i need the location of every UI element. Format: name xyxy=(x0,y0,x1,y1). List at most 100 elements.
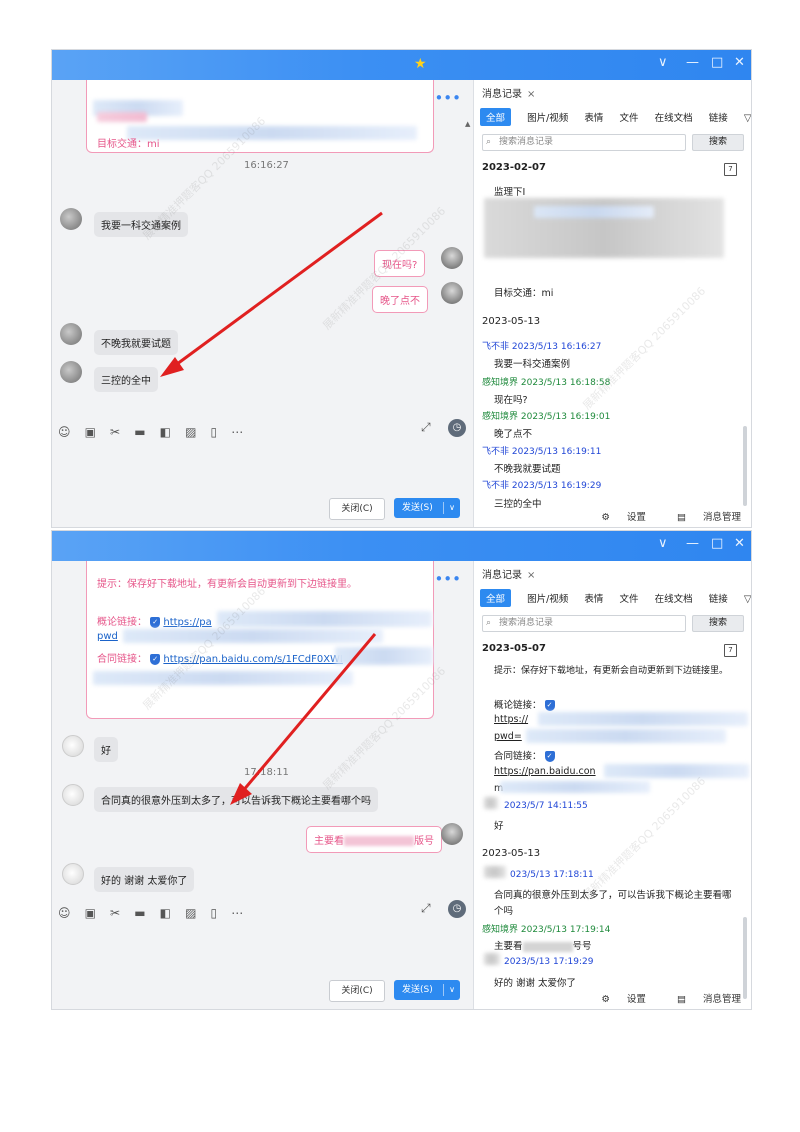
close-window-button[interactable]: ✕ xyxy=(734,536,745,551)
gif-icon[interactable]: ▣ xyxy=(85,425,96,439)
maximize-button[interactable]: □ xyxy=(711,55,723,70)
avatar[interactable] xyxy=(441,282,463,304)
send-button[interactable]: 发送(S) ∨ xyxy=(394,498,460,518)
tab-all[interactable]: 全部 xyxy=(480,108,512,126)
summary-link[interactable]: https://pa xyxy=(163,617,211,628)
close-button[interactable]: 关闭(C) xyxy=(329,498,385,520)
gif-icon[interactable]: ▣ xyxy=(85,906,96,920)
tab-media[interactable]: 图片/视频 xyxy=(527,110,568,124)
card-line: 目标交通：mi xyxy=(97,139,160,150)
history-title: 消息记录 × xyxy=(482,570,536,581)
history-sender: 023/5/13 17:18:11 xyxy=(510,870,594,880)
avatar[interactable] xyxy=(441,247,463,269)
image-icon[interactable]: ▨ xyxy=(185,425,196,439)
image-icon[interactable]: ▨ xyxy=(185,906,196,920)
avatar[interactable] xyxy=(441,823,463,845)
history-close-icon[interactable]: × xyxy=(527,570,535,581)
dropdown-icon[interactable]: ∨ xyxy=(658,55,668,70)
tab-links[interactable]: 链接 xyxy=(709,591,728,605)
avatar[interactable] xyxy=(60,361,82,383)
contract-link-row: 合同链接： ✓ https://pan.baidu.com/s/1FCdF0XW… xyxy=(97,653,343,665)
history-search-button[interactable]: 搜索 xyxy=(692,134,744,151)
expand-icon[interactable]: ⤢ xyxy=(421,420,431,435)
history-close-icon[interactable]: × xyxy=(527,89,535,100)
tab-all[interactable]: 全部 xyxy=(480,589,512,607)
more-icon[interactable]: ⋯ xyxy=(231,425,243,439)
scissors-icon[interactable]: ✂ xyxy=(110,906,120,920)
folder-icon[interactable]: ▬ xyxy=(134,906,145,920)
avatar[interactable] xyxy=(62,735,84,757)
tab-docs[interactable]: 在线文档 xyxy=(655,110,693,124)
settings-link[interactable]: ⚙ 设置 xyxy=(587,512,646,523)
message-bubble: 我要一科交通案例 xyxy=(94,212,188,237)
history-scrollbar[interactable] xyxy=(743,917,747,999)
more-icon[interactable]: ••• xyxy=(434,570,461,588)
my-message-bubble: 现在吗? xyxy=(374,250,426,277)
avatar[interactable] xyxy=(62,784,84,806)
dropdown-icon[interactable]: ∨ xyxy=(658,536,668,551)
filter-icon[interactable]: ▽≡ xyxy=(744,113,751,124)
tab-emoji[interactable]: 表情 xyxy=(584,591,603,605)
avatar[interactable] xyxy=(60,208,82,230)
minimize-button[interactable]: — xyxy=(686,536,699,551)
history-scrollbar[interactable] xyxy=(743,426,747,506)
history-date: 2023-05-13 xyxy=(482,848,541,859)
star-icon[interactable]: ★ xyxy=(414,56,427,72)
history-line: 合同链接： ✓ xyxy=(494,748,555,762)
avatar[interactable] xyxy=(60,323,82,345)
clock-icon[interactable]: ◷ xyxy=(448,419,466,437)
tab-docs[interactable]: 在线文档 xyxy=(655,591,693,605)
history-link[interactable]: https:// xyxy=(494,714,528,725)
filter-icon[interactable]: ▽≡ xyxy=(744,594,751,605)
shield-icon: ✓ xyxy=(150,653,161,665)
pwd-link[interactable]: pwd xyxy=(97,631,118,642)
minimize-button[interactable]: — xyxy=(686,55,699,70)
tab-file[interactable]: 文件 xyxy=(620,110,639,124)
history-link[interactable]: https://pan.baidu.con xyxy=(494,766,596,777)
history-sender: 感知境界 2023/5/13 16:19:01 xyxy=(482,412,611,422)
expand-icon[interactable]: ⤢ xyxy=(421,901,431,916)
message-manage-icon: ▤ xyxy=(676,512,686,523)
message-manage-link[interactable]: ▤ 消息管理 xyxy=(663,994,741,1005)
more-icon[interactable]: ••• xyxy=(434,89,461,107)
clock-icon[interactable]: ◷ xyxy=(448,900,466,918)
settings-link[interactable]: ⚙ 设置 xyxy=(587,994,646,1005)
calendar-icon[interactable]: 7 xyxy=(724,644,737,657)
tab-media[interactable]: 图片/视频 xyxy=(527,591,568,605)
maximize-button[interactable]: □ xyxy=(711,536,723,551)
emoji-icon[interactable]: ☺ xyxy=(58,906,71,920)
history-link[interactable]: pwd= xyxy=(494,731,522,742)
blurred-content xyxy=(97,112,147,122)
tab-links[interactable]: 链接 xyxy=(709,110,728,124)
tab-file[interactable]: 文件 xyxy=(620,591,639,605)
tab-emoji[interactable]: 表情 xyxy=(584,110,603,124)
close-button[interactable]: 关闭(C) xyxy=(329,980,385,1002)
picture-icon[interactable]: ◧ xyxy=(160,425,171,439)
blurred-content xyxy=(123,629,383,643)
input-toolbar: ☺ ▣ ✂ ▬ ◧ ▨ ▯ ⋯ xyxy=(58,421,252,440)
emoji-icon[interactable]: ☺ xyxy=(58,425,71,439)
blurred-content xyxy=(93,671,353,685)
close-window-button[interactable]: ✕ xyxy=(734,55,745,70)
history-search-button[interactable]: 搜索 xyxy=(692,615,744,632)
history-date: 2023-05-13 xyxy=(482,316,541,327)
send-button[interactable]: 发送(S) ∨ xyxy=(394,980,460,1000)
scroll-up-arrow[interactable]: ▲ xyxy=(465,120,470,128)
folder-icon[interactable]: ▬ xyxy=(134,425,145,439)
contract-link[interactable]: https://pan.baidu.com/s/1FCdF0XWI xyxy=(163,654,343,665)
send-options-icon[interactable]: ∨ xyxy=(449,980,455,1000)
history-search-input[interactable]: ⌕ 搜索消息记录 xyxy=(482,134,686,151)
message-manage-link[interactable]: ▤ 消息管理 xyxy=(663,512,741,523)
avatar[interactable] xyxy=(62,863,84,885)
more-icon[interactable]: ⋯ xyxy=(231,906,243,920)
shield-icon: ✓ xyxy=(544,751,555,762)
message-bubble: 不晚我就要试题 xyxy=(94,330,178,355)
vibrate-icon[interactable]: ▯ xyxy=(211,425,218,439)
history-search-input[interactable]: ⌕ 搜索消息记录 xyxy=(482,615,686,632)
calendar-icon[interactable]: 7 xyxy=(724,163,737,176)
scissors-icon[interactable]: ✂ xyxy=(110,425,120,439)
send-options-icon[interactable]: ∨ xyxy=(449,498,455,518)
vibrate-icon[interactable]: ▯ xyxy=(211,906,218,920)
picture-icon[interactable]: ◧ xyxy=(160,906,171,920)
history-pane: 消息记录× 全部 图片/视频 表情 文件 在线文档 链接 ▽≡ ⌕搜索消息记录 … xyxy=(473,561,751,1009)
